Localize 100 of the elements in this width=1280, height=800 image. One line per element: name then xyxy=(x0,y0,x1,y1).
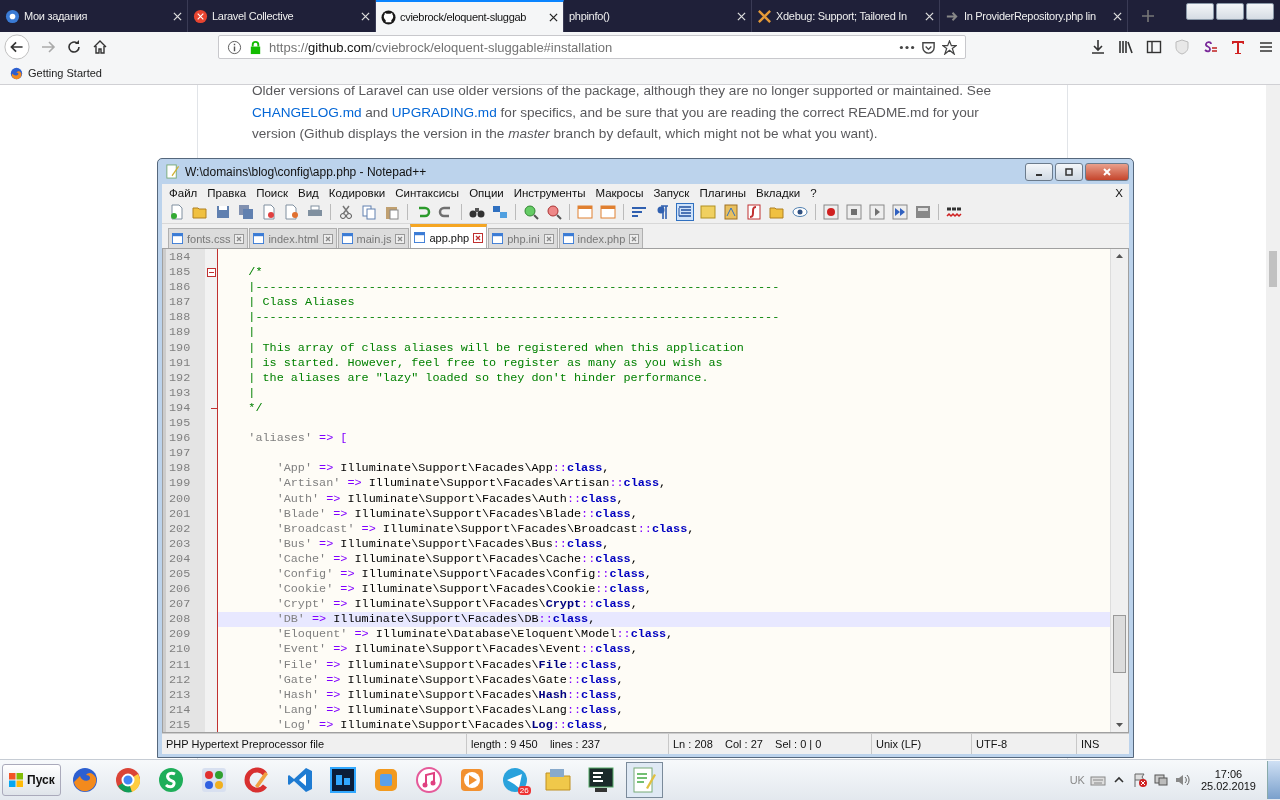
close-icon xyxy=(1102,166,1112,177)
line-number: 188 xyxy=(168,310,192,326)
close-file-button[interactable] xyxy=(260,203,278,221)
link[interactable]: CHANGELOG.md xyxy=(252,104,362,120)
flag-icon[interactable] xyxy=(1131,772,1148,788)
new-file-button[interactable] xyxy=(168,203,186,221)
function-button[interactable] xyxy=(745,203,763,221)
folder-icon xyxy=(769,204,785,220)
save-button[interactable] xyxy=(214,203,232,221)
menu-item[interactable]: Файл xyxy=(164,186,203,199)
stop-icon xyxy=(846,204,862,220)
line-number: 200 xyxy=(168,491,192,507)
bookmark-item[interactable]: Getting Started xyxy=(10,66,102,80)
eye-icon xyxy=(792,204,808,220)
sync-horizontal-icon xyxy=(600,204,616,220)
menu-item[interactable]: Синтаксисы xyxy=(390,186,465,199)
save-icon xyxy=(215,204,231,220)
menu-icon[interactable] xyxy=(1258,39,1274,55)
maximize-button[interactable] xyxy=(1216,3,1244,20)
library-icon[interactable] xyxy=(1118,39,1134,55)
menu-item[interactable]: Вид xyxy=(293,186,324,199)
code-line: 'Auth' => Illuminate\Support\Facades\Auth::class, xyxy=(275,491,624,506)
browser-tab[interactable]: cviebrock/eloquent-sluggab xyxy=(376,0,564,32)
link[interactable]: UPGRADING.md xyxy=(391,104,497,120)
plus-icon[interactable] xyxy=(1140,8,1156,24)
download-icon[interactable] xyxy=(1090,39,1106,55)
close-icon[interactable] xyxy=(549,12,558,22)
close-all-button[interactable] xyxy=(283,203,301,221)
replace-button[interactable] xyxy=(491,203,509,221)
sidebar-icon[interactable] xyxy=(1146,39,1162,55)
close-all-icon xyxy=(284,204,300,220)
speaker-icon[interactable] xyxy=(1173,772,1190,788)
sync-horizontal-button[interactable] xyxy=(599,203,617,221)
close-button[interactable] xyxy=(1085,162,1129,181)
stop-button[interactable] xyxy=(845,203,863,221)
menu-item[interactable]: Опции xyxy=(464,186,509,199)
extension-icon[interactable] xyxy=(1230,39,1246,55)
code-line: 'Eloquent' => Illuminate\Database\Eloquent\Model::class, xyxy=(275,627,674,642)
windows-logo-icon xyxy=(8,772,24,788)
menu-item[interactable]: Плагины xyxy=(694,186,751,199)
menu-item[interactable]: Правка xyxy=(202,186,252,199)
menu-item[interactable]: Макросы xyxy=(590,186,649,199)
line-number: 204 xyxy=(168,551,192,567)
menu-item[interactable]: Вкладки xyxy=(751,186,806,199)
zoom-out-button[interactable] xyxy=(545,203,563,221)
menu-item[interactable]: Запуск xyxy=(648,186,695,199)
replace-icon xyxy=(492,204,508,220)
copy-icon xyxy=(361,204,377,220)
zoom-out-icon xyxy=(546,204,562,220)
menu-item[interactable]: Поиск xyxy=(251,186,293,199)
play-button[interactable] xyxy=(868,203,886,221)
taskbar-button[interactable]: 26 xyxy=(496,762,534,798)
save-all-button[interactable] xyxy=(237,203,255,221)
line-number: 202 xyxy=(168,521,192,537)
line-number: 195 xyxy=(168,416,192,432)
scroll-thumb[interactable] xyxy=(1113,615,1126,673)
scrollbar[interactable] xyxy=(1266,85,1280,760)
line-number: 192 xyxy=(168,370,192,386)
pocket-icon[interactable] xyxy=(921,39,936,55)
copy-button[interactable] xyxy=(360,203,378,221)
menu-item[interactable]: ? xyxy=(805,186,822,199)
globe-icon xyxy=(10,66,23,80)
circle-icon xyxy=(193,8,208,24)
zoom-in-button[interactable] xyxy=(522,203,540,221)
close-button[interactable] xyxy=(1246,3,1274,20)
collapse-icon[interactable] xyxy=(206,268,216,278)
line-number: 212 xyxy=(168,672,192,688)
close-document-button[interactable]: X xyxy=(1109,186,1129,199)
lock-icon xyxy=(248,39,263,55)
sync-vertical-button[interactable] xyxy=(576,203,594,221)
save-macro-icon xyxy=(915,204,931,220)
minimize-button[interactable] xyxy=(1025,162,1053,181)
extension-icon[interactable] xyxy=(1202,39,1218,55)
play-multiple-button[interactable] xyxy=(891,203,909,221)
address-field[interactable]: https://github.com/cviebrock/eloquent-sluggable#installation xyxy=(218,35,966,59)
network-icon[interactable] xyxy=(1152,772,1169,788)
start-button[interactable]: Пуск xyxy=(2,764,61,796)
star-icon[interactable] xyxy=(942,39,957,55)
file-tab[interactable]: app.php xyxy=(410,224,488,248)
menu-item[interactable]: Кодировки xyxy=(323,186,391,199)
code-line: 'Crypt' => Illuminate\Support\Facades\Crypt::class, xyxy=(275,597,638,612)
map-button[interactable] xyxy=(722,203,740,221)
play-icon xyxy=(869,204,885,220)
home-icon[interactable] xyxy=(92,39,108,55)
line-number: 207 xyxy=(168,597,192,613)
save-macro-button[interactable] xyxy=(914,203,932,221)
reload-icon[interactable] xyxy=(66,39,82,55)
sync-vertical-icon xyxy=(577,204,593,220)
clock[interactable]: 17:06 25.02.2019 xyxy=(1194,768,1262,792)
scissors-button[interactable] xyxy=(337,203,355,221)
menu-item[interactable]: Инструменты xyxy=(508,186,591,199)
info-icon xyxy=(227,39,242,55)
code-line: */ xyxy=(247,400,263,415)
scrollbar[interactable] xyxy=(1110,249,1128,732)
folder-icon xyxy=(544,766,573,794)
maximize-button[interactable] xyxy=(1055,162,1083,181)
indent-guide-button[interactable] xyxy=(676,203,694,221)
back-icon[interactable] xyxy=(4,34,30,60)
more-icon[interactable] xyxy=(899,43,915,51)
record-button[interactable] xyxy=(822,203,840,221)
